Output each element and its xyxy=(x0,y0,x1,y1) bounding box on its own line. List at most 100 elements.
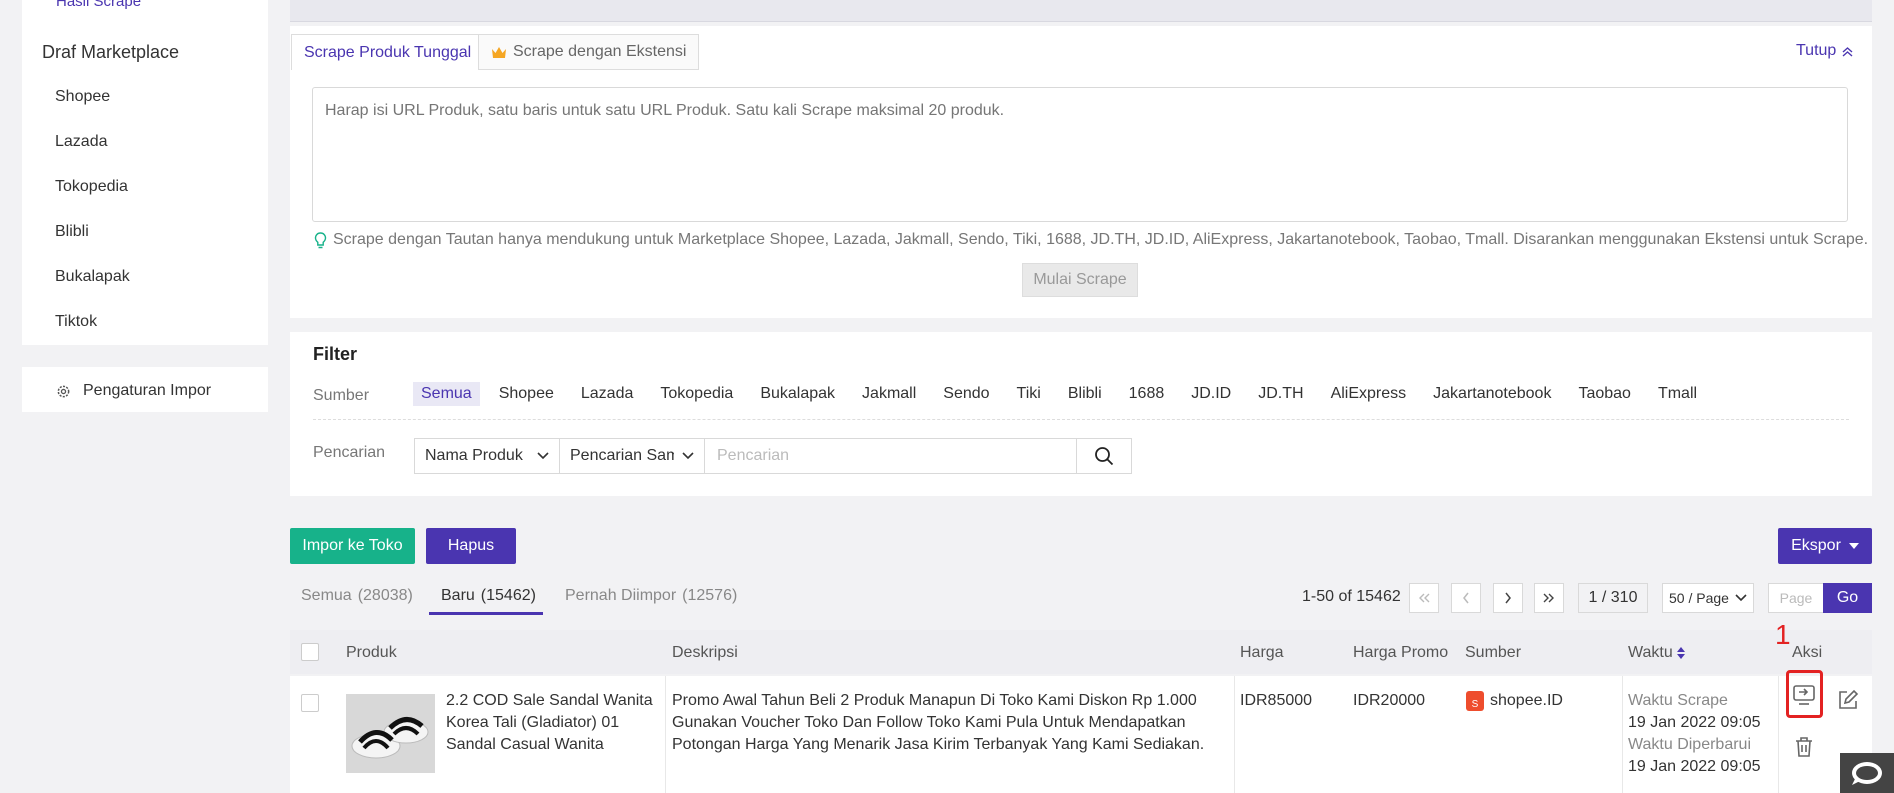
next-page-button[interactable] xyxy=(1493,583,1523,613)
source-option-jakmall[interactable]: Jakmall xyxy=(854,382,924,406)
source-option-shopee[interactable]: Shopee xyxy=(491,382,562,406)
collapse-button[interactable]: Tutup xyxy=(1796,42,1853,60)
sidebar-item-shopee[interactable]: Shopee xyxy=(55,88,110,106)
chevron-down-icon xyxy=(1735,594,1747,602)
search-field-select[interactable]: Nama Produk xyxy=(414,438,560,474)
page-size-value: 50 / Page xyxy=(1669,590,1729,606)
col-header-actions: Aksi xyxy=(1792,644,1823,661)
source-option-bukalapak[interactable]: Bukalapak xyxy=(752,382,843,406)
source-option-jdth[interactable]: JD.TH xyxy=(1250,382,1311,406)
prev-page-button[interactable] xyxy=(1451,583,1481,613)
scrape-time-label: Waktu Scrape xyxy=(1628,692,1728,709)
delete-row-button[interactable] xyxy=(1792,735,1816,759)
source-option-taobao[interactable]: Taobao xyxy=(1570,382,1639,406)
col-header-time[interactable]: Waktu xyxy=(1628,644,1685,662)
active-tab-indicator xyxy=(429,612,543,615)
status-tab-count: (12576) xyxy=(682,587,738,604)
sandal-image xyxy=(346,694,435,773)
trash-icon xyxy=(1796,737,1812,757)
product-name[interactable]: 2.2 COD Sale Sandal Wanita Korea Tali (G… xyxy=(446,690,656,756)
import-settings-link[interactable]: Pengaturan Impor xyxy=(56,382,211,400)
search-icon xyxy=(1095,447,1114,466)
chevron-left-icon xyxy=(1463,592,1469,604)
goto-page-button[interactable]: Go xyxy=(1823,583,1872,613)
search-input[interactable] xyxy=(704,438,1077,474)
product-source-label: shopee.ID xyxy=(1490,692,1563,709)
export-label: Ekspor xyxy=(1791,537,1841,554)
page-size-select[interactable]: 50 / Page xyxy=(1662,583,1754,613)
update-time-value: 19 Jan 2022 09:05 xyxy=(1628,758,1761,775)
tab-extension-scrape[interactable]: Scrape dengan Ekstensi xyxy=(478,34,700,70)
delete-button[interactable]: Hapus xyxy=(426,528,516,564)
chat-widget-button[interactable] xyxy=(1840,753,1894,793)
collapse-label: Tutup xyxy=(1796,42,1837,59)
source-option-jakartanotebook[interactable]: Jakartanotebook xyxy=(1425,382,1559,406)
search-label: Pencarian xyxy=(313,444,386,461)
sidebar-item-tiktok[interactable]: Tiktok xyxy=(55,313,97,331)
row-checkbox[interactable] xyxy=(301,694,319,712)
col-header-source: Sumber xyxy=(1465,644,1522,661)
status-tab-new[interactable]: Baru (15462) xyxy=(441,587,536,605)
source-option-tokopedia[interactable]: Tokopedia xyxy=(652,382,741,406)
product-description: Promo Awal Tahun Beli 2 Produk Manapun D… xyxy=(672,692,1205,753)
edit-icon xyxy=(1839,689,1859,709)
select-all-checkbox[interactable] xyxy=(301,643,319,661)
search-match-select[interactable]: Pencarian Sam xyxy=(559,438,705,474)
search-field-value: Nama Produk xyxy=(425,447,523,464)
tab-single-scrape[interactable]: Scrape Produk Tunggal xyxy=(291,34,485,70)
source-option-blibli[interactable]: Blibli xyxy=(1060,382,1110,406)
col-header-time-label: Waktu xyxy=(1628,644,1673,661)
first-page-button[interactable] xyxy=(1409,583,1439,613)
source-option-semua[interactable]: Semua xyxy=(413,382,480,406)
tab-extension-label: Scrape dengan Ekstensi xyxy=(513,43,687,60)
export-button[interactable]: Ekspor xyxy=(1778,528,1872,564)
search-match-value: Pencarian Sam xyxy=(570,447,674,464)
chevron-right-icon xyxy=(1505,592,1511,604)
sidebar-item-tokopedia[interactable]: Tokopedia xyxy=(55,178,128,196)
import-settings-label: Pengaturan Impor xyxy=(83,382,212,399)
svg-text:S: S xyxy=(1472,699,1479,710)
product-promo-price: IDR20000 xyxy=(1353,692,1426,709)
sidebar-item-blibli[interactable]: Blibli xyxy=(55,223,89,241)
source-label: Sumber xyxy=(313,387,370,404)
sidebar-item-lazada[interactable]: Lazada xyxy=(55,133,108,151)
col-divider xyxy=(1234,676,1235,793)
current-page[interactable]: 1 / 310 xyxy=(1578,583,1648,613)
edit-button[interactable] xyxy=(1836,688,1860,712)
chevron-down-icon xyxy=(682,452,694,460)
status-tab-all[interactable]: Semua (28038) xyxy=(301,587,413,605)
source-option-tiki[interactable]: Tiki xyxy=(1009,382,1049,406)
chat-icon xyxy=(1852,762,1882,785)
annotation-highlight-box xyxy=(1786,670,1823,718)
status-tab-imported[interactable]: Pernah Diimpor (12576) xyxy=(565,587,737,605)
start-scrape-button[interactable]: Mulai Scrape xyxy=(1022,263,1138,297)
source-filter-list: Semua Shopee Lazada Tokopedia Bukalapak … xyxy=(413,382,1716,406)
col-header-product: Produk xyxy=(346,644,397,661)
status-tab-label: Semua xyxy=(301,587,352,604)
pagination-info: 1-50 of 15462 xyxy=(1302,588,1401,605)
import-to-store-button[interactable]: Impor ke Toko xyxy=(290,528,415,564)
col-divider xyxy=(665,676,666,793)
source-option-aliexpress[interactable]: AliExpress xyxy=(1323,382,1415,406)
last-page-button[interactable] xyxy=(1534,583,1564,613)
filter-title: Filter xyxy=(313,344,358,364)
gear-icon xyxy=(57,385,70,397)
search-button[interactable] xyxy=(1076,438,1132,474)
source-option-jdid[interactable]: JD.ID xyxy=(1183,382,1239,406)
product-thumbnail[interactable] xyxy=(346,694,435,773)
url-input[interactable] xyxy=(312,87,1848,222)
source-option-1688[interactable]: 1688 xyxy=(1121,382,1173,406)
sidebar-item-hasil-scrape[interactable]: Hasil Scrape xyxy=(56,0,141,10)
crown-icon xyxy=(492,46,506,58)
chevron-down-icon xyxy=(537,452,549,460)
status-tab-count: (28038) xyxy=(357,587,413,604)
source-option-lazada[interactable]: Lazada xyxy=(573,382,642,406)
status-tab-count: (15462) xyxy=(480,587,536,604)
source-option-sendo[interactable]: Sendo xyxy=(935,382,997,406)
source-option-tmall[interactable]: Tmall xyxy=(1650,382,1705,406)
caret-down-icon xyxy=(1848,543,1859,549)
goto-page-input[interactable] xyxy=(1768,583,1824,613)
col-header-promo-price: Harga Promo xyxy=(1353,644,1449,661)
sidebar-item-bukalapak[interactable]: Bukalapak xyxy=(55,268,130,286)
status-tab-label: Pernah Diimpor xyxy=(565,587,677,604)
